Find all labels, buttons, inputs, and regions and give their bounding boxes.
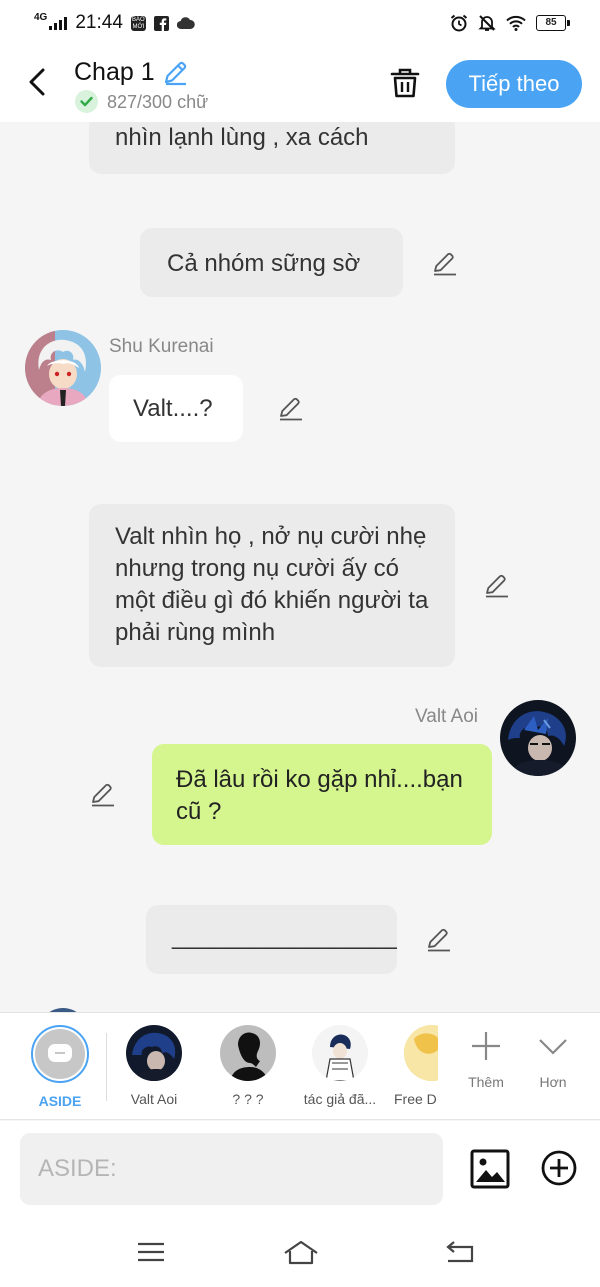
edit-pencil-icon[interactable] [426,926,452,952]
back-nav-icon[interactable] [442,1237,476,1267]
narration-text: Cả nhóm sững sờ [167,250,361,277]
message-input[interactable] [20,1133,443,1205]
check-icon [75,90,98,113]
menu-icon[interactable] [134,1237,168,1267]
baomoi-icon: BÁO MỚI [130,15,146,31]
narration-text: Valt nhìn họ , nở nụ cười nhẹ nhưng tron… [115,523,429,646]
back-arrow-icon[interactable] [22,66,52,98]
cloud-icon [176,17,195,29]
edit-title-pencil-icon[interactable] [162,58,190,86]
battery-indicator: 85 [536,15,570,31]
facebook-icon [153,15,169,31]
character-valt-aoi[interactable]: Valt Aoi [110,1025,198,1107]
edit-pencil-icon[interactable] [484,572,510,598]
chapter-title: Chap 1 [74,58,155,86]
wifi-icon [506,15,526,31]
divider [106,1033,107,1101]
chat-area[interactable]: nhìn lạnh lùng , xa cách Cả nhóm sững sờ… [0,122,600,1012]
alarm-icon [450,14,468,32]
narration-text: nhìn lạnh lùng , xa cách [115,124,369,151]
system-nav-bar [0,1217,600,1287]
message-text: Đã lâu rồi ko gặp nhỉ....bạn cũ ? [176,766,463,825]
narration-bubble[interactable]: Cả nhóm sững sờ [140,228,403,297]
speech-bubble-icon [48,1044,72,1062]
valt-aoi-avatar[interactable] [500,700,576,776]
word-count: 827/300 chữ [107,92,209,112]
add-circle-icon[interactable] [540,1149,578,1187]
narration-bubble[interactable]: Valt nhìn họ , nở nụ cười nhẹ nhưng tron… [89,504,455,667]
more-label: Hơn [539,1074,567,1090]
character-author[interactable]: tác giả đã... [296,1025,384,1107]
trash-icon[interactable] [388,66,422,100]
clock: 21:44 [75,12,123,33]
narration-bubble[interactable]: ___________________ [146,905,397,974]
status-bar: 4G 21:44 BÁO MỚI 85 [0,0,600,46]
add-character-button[interactable]: Thêm [456,1029,516,1090]
more-button[interactable]: Hơn [523,1029,583,1090]
narration-text: ___________________ [172,923,397,950]
home-icon[interactable] [282,1237,320,1267]
character-label: Free D [394,1091,437,1107]
speaker-name: Valt Aoi [415,706,479,727]
edit-pencil-icon[interactable] [278,395,304,421]
shu-message-bubble[interactable]: Valt....? [109,375,243,442]
shu-kurenai-avatar[interactable] [25,330,101,406]
character-label: ASIDE [38,1093,82,1109]
character-selector: ASIDE Valt Aoi ? ? ? tác giả đã... Free … [0,1012,600,1120]
unknown-thumb [220,1025,276,1081]
character-label: tác giả đã... [303,1091,377,1107]
mute-bell-icon [478,15,496,31]
narration-bubble[interactable]: nhìn lạnh lùng , xa cách [89,122,455,174]
speaker-name: Shu Kurenai [109,336,214,357]
top-bar: Chap 1 827/300 chữ Tiếp theo [0,46,600,122]
plus-icon [472,1032,500,1060]
character-free-d[interactable]: Free D [382,1025,438,1107]
character-unknown[interactable]: ? ? ? [204,1025,292,1107]
valt-message-bubble[interactable]: Đã lâu rồi ko gặp nhỉ....bạn cũ ? [152,744,492,845]
edit-pencil-icon[interactable] [90,781,116,807]
free-d-thumb [404,1025,438,1081]
chevron-down-icon [539,1039,567,1055]
image-icon[interactable] [470,1149,510,1189]
valt-aoi-thumb [126,1025,182,1081]
author-thumb [312,1025,368,1081]
next-button[interactable]: Tiếp theo [446,60,582,108]
message-text: Valt....? [133,395,213,422]
character-label: ? ? ? [232,1091,264,1107]
character-aside[interactable]: ASIDE [16,1025,104,1109]
signal-icon [49,16,68,30]
character-label: Valt Aoi [130,1091,178,1107]
input-row [0,1121,600,1217]
add-label: Thêm [468,1074,504,1090]
edit-pencil-icon[interactable] [432,250,458,276]
network-type: 4G [34,12,48,23]
aside-avatar [31,1025,89,1083]
